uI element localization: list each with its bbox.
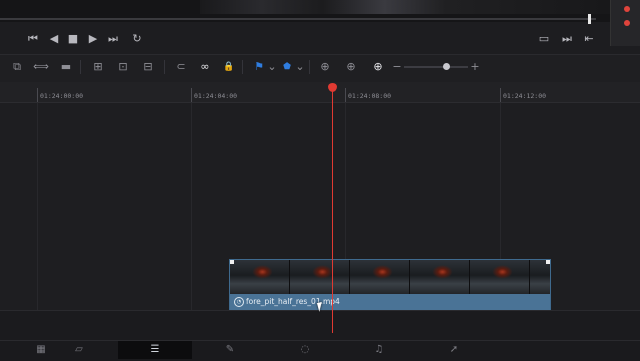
skip-to-start-icon[interactable]: ⏮ [24, 30, 42, 48]
viewer-image [200, 0, 610, 14]
record-indicator-icon [624, 20, 630, 26]
clip-thumbnails [230, 260, 550, 294]
fairlight-page-icon[interactable]: ♫ [342, 341, 416, 359]
chevron-down-icon[interactable]: ⌄ [291, 59, 309, 75]
ruler-tick [345, 88, 346, 102]
clip-thumbnail [410, 260, 470, 294]
position-lock-icon[interactable]: 🔒 [220, 59, 238, 75]
overwrite-clip-icon[interactable]: ⊡ [114, 59, 132, 75]
cut-page-icon[interactable]: ▱ [42, 341, 116, 359]
toolbar-divider [80, 60, 81, 74]
audio-track-area[interactable] [0, 310, 640, 341]
insert-clip-icon[interactable]: ⊞ [89, 59, 107, 75]
snapping-icon[interactable]: ⊂ [172, 59, 190, 75]
next-edit-icon[interactable]: ⏭ [558, 30, 576, 48]
clip-thumbnail [470, 260, 530, 294]
skip-to-end-icon[interactable]: ⏭ [104, 30, 122, 48]
speed-change-icon: ◔ [234, 297, 244, 307]
ruler-tick [37, 88, 38, 102]
clip-trim-handle[interactable] [546, 260, 550, 264]
edit-page-icon[interactable]: ☰ [118, 341, 192, 359]
deliver-page-icon[interactable]: ➚ [417, 341, 491, 359]
grid-line [37, 103, 38, 310]
toolbar-divider [242, 60, 243, 74]
clip-thumbnail [350, 260, 410, 294]
ruler-timecode: 01:24:00:00 [40, 92, 84, 100]
prev-edit-icon[interactable]: ⇤ [580, 30, 598, 48]
toolbar-divider [309, 60, 310, 74]
video-clip[interactable]: ◔ fore_pit_half_res_01.mp4 [229, 259, 551, 311]
step-back-icon[interactable]: ◀ [45, 30, 63, 48]
stop-icon[interactable]: ■ [64, 30, 82, 48]
zoom-in-icon[interactable]: + [466, 59, 484, 75]
clip-thumbnail [530, 260, 550, 294]
fullscreen-icon[interactable]: ▭ [535, 30, 553, 48]
zoom-slider-knob[interactable] [443, 63, 450, 70]
viewer-scrubber[interactable] [0, 18, 596, 20]
ruler-timecode: 01:24:04:00 [194, 92, 238, 100]
play-icon[interactable]: ▶ [84, 30, 102, 48]
color-page-icon[interactable]: ◌ [268, 341, 342, 359]
playhead-line[interactable] [332, 88, 333, 333]
full-extent-zoom-icon[interactable]: ⊕ [316, 59, 334, 75]
record-indicator-icon [624, 6, 630, 12]
ruler-tick [500, 88, 501, 102]
fusion-page-icon[interactable]: ✎ [193, 341, 267, 359]
blade-mode-icon[interactable]: ▬ [57, 59, 75, 75]
grid-line [191, 103, 192, 310]
custom-zoom-icon[interactable]: ⊕ [369, 59, 387, 75]
clip-thumbnail [290, 260, 350, 294]
trim-mode-icon[interactable]: ⟺ [32, 59, 50, 75]
loop-icon[interactable]: ↻ [128, 30, 146, 48]
scrubber-handle[interactable] [588, 14, 591, 24]
ruler-timecode: 01:24:12:00 [503, 92, 547, 100]
toolbar-divider [164, 60, 165, 74]
replace-clip-icon[interactable]: ⊟ [139, 59, 157, 75]
ruler-timecode: 01:24:08:00 [348, 92, 392, 100]
linked-selection-icon[interactable]: ∞ [196, 59, 214, 75]
zoom-slider[interactable] [404, 66, 468, 68]
detail-zoom-icon[interactable]: ⊕ [342, 59, 360, 75]
ruler-tick [191, 88, 192, 102]
clip-thumbnail [230, 260, 290, 294]
select-mode-icon[interactable]: ⧉ [8, 59, 26, 75]
clip-trim-handle[interactable] [230, 260, 234, 264]
